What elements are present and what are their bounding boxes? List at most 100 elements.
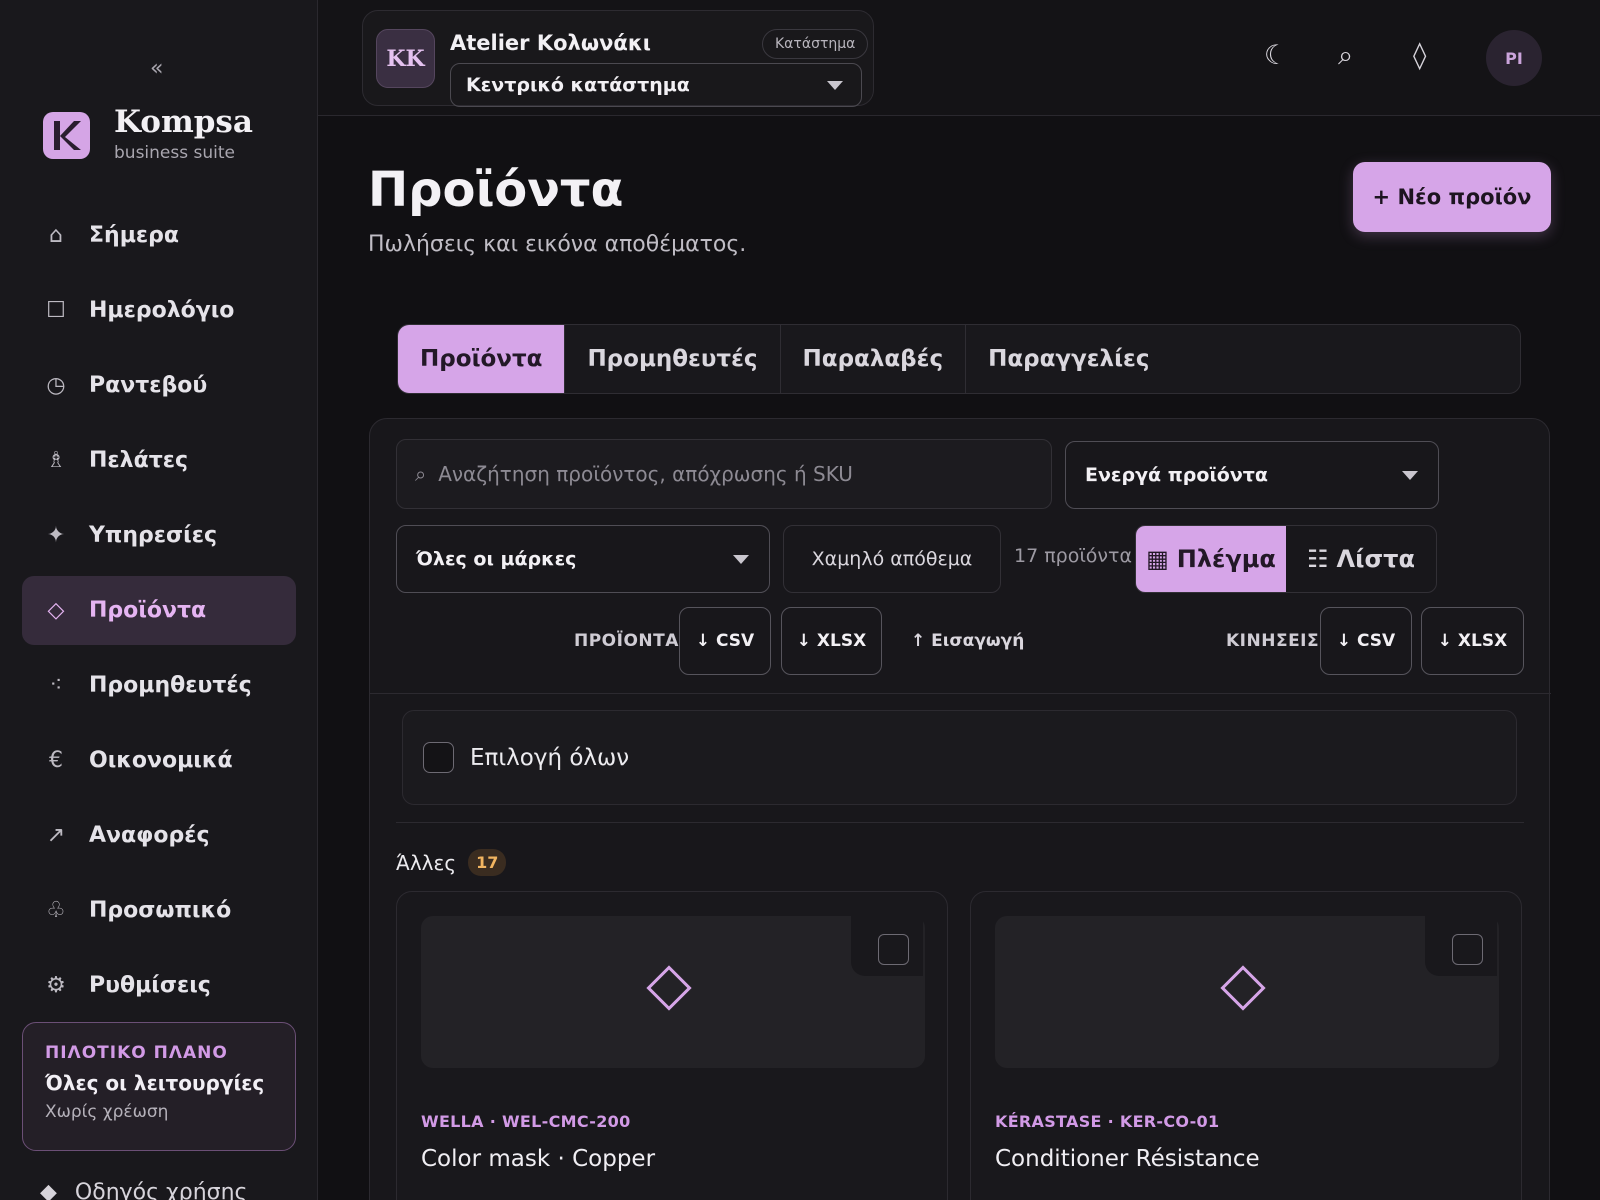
sidebar-item-today[interactable]: ⌂ Σήμερα [22, 201, 296, 270]
sidebar-item-suppliers[interactable]: ⁖ Προμηθευτές [22, 651, 296, 720]
product-brand-sku: KÉRASTASE · KER-CO-01 [995, 1112, 1220, 1131]
sidebar-item-label: Προϊόντα [89, 598, 207, 623]
brand-select-value: Όλες οι μάρκες [416, 548, 577, 570]
list-view-label: Λίστα [1336, 545, 1415, 573]
sidebar-item-clients[interactable]: ♗ Πελάτες [22, 426, 296, 495]
products-export-label: ΠΡΟΪΟΝΤΑ [574, 631, 679, 651]
tab-receipts[interactable]: Παραλαβές [781, 325, 967, 393]
product-checkbox[interactable] [1452, 934, 1483, 965]
sparkle-icon: ✦ [46, 523, 66, 548]
chevron-down-icon [1402, 471, 1418, 480]
gear-icon: ⚙ [46, 973, 66, 998]
tab-bar: Προϊόντα Προμηθευτές Παραλαβές Παραγγελί… [397, 324, 1521, 394]
sidebar-item-label: Ρυθμίσεις [89, 973, 211, 998]
tab-products[interactable]: Προϊόντα [398, 325, 566, 393]
brand-name: Kompsa [114, 104, 253, 140]
sidebar-item-label: Οικονομικά [89, 748, 233, 773]
sidebar-item-label: Υπηρεσίες [89, 523, 217, 548]
sidebar-item-reports[interactable]: ↗ Αναφορές [22, 801, 296, 870]
branch-select[interactable]: Κεντρικό κατάστημα [450, 63, 862, 107]
grid-view-button[interactable]: ▦ Πλέγμα [1136, 526, 1286, 592]
sidebar-item-settings[interactable]: ⚙ Ρυθμίσεις [22, 951, 296, 1020]
collapse-sidebar-icon[interactable]: « [150, 56, 163, 81]
store-badge: Κατάστημα [762, 29, 869, 59]
grid-icon: ▦ [1146, 545, 1169, 573]
divider [370, 693, 1551, 694]
calendar-icon: ☐ [46, 298, 66, 323]
list-icon: ☷ [1307, 545, 1329, 573]
sidebar-item-appointments[interactable]: ◷ Ραντεβού [22, 351, 296, 420]
product-card[interactable]: KÉRASTASE · KER-CO-01 Conditioner Résist… [970, 891, 1522, 1200]
store-name: Atelier Κολωνάκι [450, 31, 651, 55]
status-select[interactable]: Ενεργά προϊόντα [1065, 441, 1439, 509]
divider [396, 822, 1524, 823]
products-csv-button[interactable]: ↓ CSV [679, 607, 771, 675]
sidebar-item-staff[interactable]: ♧ Προσωπικό [22, 876, 296, 945]
grid-view-label: Πλέγμα [1176, 545, 1276, 573]
sidebar-item-label: Σήμερα [89, 223, 179, 248]
moves-xlsx-button[interactable]: ↓ XLSX [1421, 607, 1524, 675]
group-count-badge: 17 [468, 849, 507, 876]
plan-subtitle: Χωρίς χρέωση [45, 1102, 169, 1122]
status-select-value: Ενεργά προϊόντα [1085, 464, 1268, 486]
sidebar-item-calendar[interactable]: ☐ Ημερολόγιο [22, 276, 296, 345]
kompsa-logo-icon [43, 112, 90, 159]
sidebar: « Kompsa business suite ⌂ Σήμερα ☐ Ημερο… [0, 0, 318, 1200]
chevron-down-icon [827, 81, 843, 90]
product-name: Conditioner Résistance [995, 1146, 1260, 1172]
new-product-button[interactable]: + Νέο προϊόν [1353, 162, 1551, 232]
arrow-up-right-icon: ↗ [46, 823, 66, 848]
home-icon: ⌂ [49, 223, 63, 248]
moves-csv-button[interactable]: ↓ CSV [1320, 607, 1412, 675]
page-subtitle: Πωλήσεις και εικόνα αποθέματος. [368, 232, 747, 257]
chevron-down-icon [733, 555, 749, 564]
sidebar-item-label: Αναφορές [89, 823, 210, 848]
search-icon: ⌕ [415, 462, 427, 486]
sidebar-item-label: Πελάτες [89, 448, 189, 473]
list-view-button[interactable]: ☷ Λίστα [1286, 526, 1436, 592]
sidebar-item-services[interactable]: ✦ Υπηρεσίες [22, 501, 296, 570]
top-bar: KK Atelier Κολωνάκι Κατάστημα Κεντρικό κ… [318, 0, 1600, 116]
staff-icon: ♧ [46, 898, 66, 923]
sidebar-nav: ⌂ Σήμερα ☐ Ημερολόγιο ◷ Ραντεβού ♗ Πελάτ… [22, 201, 296, 1026]
user-avatar[interactable]: PI [1486, 30, 1542, 86]
import-button[interactable]: ↑ Εισαγωγή [911, 631, 1024, 651]
product-card[interactable]: WELLA · WEL-CMC-200 Color mask · Copper [396, 891, 948, 1200]
product-brand-sku: WELLA · WEL-CMC-200 [421, 1112, 631, 1131]
select-all-label: Επιλογή όλων [470, 744, 630, 771]
plan-title: Όλες οι λειτουργίες [45, 1071, 265, 1095]
search-icon[interactable]: ⌕ [1338, 40, 1353, 72]
group-header: Άλλες 17 [396, 849, 507, 876]
products-xlsx-button[interactable]: ↓ XLSX [781, 607, 882, 675]
plan-card[interactable]: ΠΙΛΟΤΙΚΟ ΠΛΑΝΟ Όλες οι λειτουργίες Χωρίς… [22, 1022, 296, 1151]
tab-orders[interactable]: Παραγγελίες [966, 325, 1171, 393]
moves-export-label: ΚΙΝΗΣΕΙΣ [1226, 631, 1320, 651]
clock-icon: ◷ [46, 373, 66, 398]
select-all-row[interactable]: Επιλογή όλων [402, 710, 1517, 805]
tab-suppliers[interactable]: Προμηθευτές [565, 325, 781, 393]
sidebar-item-finance[interactable]: € Οικονομικά [22, 726, 296, 795]
brand-subtitle: business suite [114, 143, 235, 163]
plan-tag: ΠΙΛΟΤΙΚΟ ΠΛΑΝΟ [45, 1043, 228, 1063]
product-count: 17 προϊόντα [1014, 545, 1132, 567]
sidebar-item-label: Ημερολόγιο [89, 298, 235, 323]
product-checkbox[interactable] [878, 934, 909, 965]
brand-select[interactable]: Όλες οι μάρκες [396, 525, 770, 593]
guide-icon: ◆ [40, 1180, 57, 1200]
sidebar-item-guide[interactable]: ◆ Οδηγός χρήσης [40, 1180, 247, 1200]
page-title: Προϊόντα [368, 162, 624, 218]
low-stock-button[interactable]: Χαμηλό απόθεμα [783, 525, 1001, 593]
sidebar-item-label: Προμηθευτές [89, 673, 252, 698]
view-toggle: ▦ Πλέγμα ☷ Λίστα [1135, 525, 1437, 593]
search-input[interactable]: ⌕ Αναζήτηση προϊόντος, απόχρωσης ή SKU [396, 439, 1052, 509]
sidebar-item-label: Ραντεβού [89, 373, 208, 398]
select-all-checkbox[interactable] [423, 742, 454, 773]
search-placeholder: Αναζήτηση προϊόντος, απόχρωσης ή SKU [438, 462, 853, 486]
sidebar-item-label: Προσωπικό [89, 898, 232, 923]
moon-icon[interactable]: ☾ [1264, 40, 1288, 71]
group-name: Άλλες [396, 850, 457, 875]
euro-icon: € [49, 748, 63, 773]
sidebar-item-products[interactable]: ◇ Προϊόντα [22, 576, 296, 645]
person-icon: ♗ [46, 448, 66, 473]
diamond-icon[interactable]: ◊ [1413, 40, 1426, 71]
